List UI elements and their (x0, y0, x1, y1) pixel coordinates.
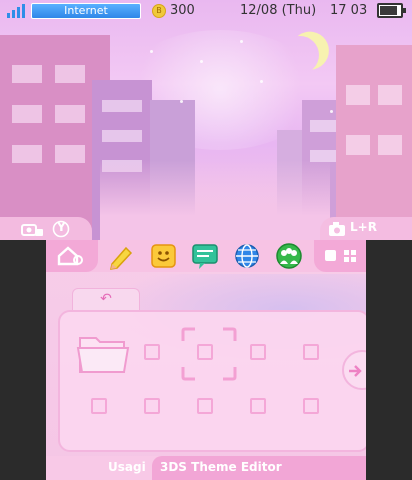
notes-button[interactable] (106, 242, 136, 270)
home-toolbar (46, 240, 366, 272)
arrow-right-icon (349, 365, 362, 377)
user-name: Usagi (108, 460, 146, 474)
play-coin-count: 300 (170, 3, 195, 18)
camera-icon (329, 222, 345, 236)
miiverse-button[interactable] (149, 242, 179, 270)
folder-slot[interactable] (76, 332, 130, 376)
lr-button-label: L+R (350, 220, 377, 234)
top-screen: Internet B 300 12/08 (Thu) 17 03 Y L+R (0, 0, 412, 240)
smiley-icon (151, 244, 176, 268)
globe-icon (235, 244, 259, 268)
app-grid (58, 310, 366, 452)
friend-list-button[interactable] (274, 242, 304, 270)
camera-y-button[interactable]: Y (0, 217, 92, 240)
y-button-label: Y (57, 220, 66, 234)
empty-app-slot[interactable] (197, 344, 213, 360)
chat-icon (192, 244, 218, 269)
theme-title-box: 3DS Theme Editor (152, 456, 366, 480)
empty-app-slot[interactable] (91, 398, 107, 414)
folder-icon (76, 337, 130, 373)
friends-icon (276, 243, 302, 269)
date-display: 12/08 (Thu) (240, 3, 317, 18)
wifi-signal-icon (7, 3, 27, 18)
bottom-screen: ↶ Usagi 3DS Theme Editor (46, 240, 366, 480)
play-coin-icon: B (152, 4, 166, 18)
empty-app-slot[interactable] (303, 398, 319, 414)
notifications-button[interactable] (190, 242, 220, 270)
pencil-icon (110, 246, 133, 270)
empty-app-slot[interactable] (303, 344, 319, 360)
3ds-screen: Internet B 300 12/08 (Thu) 17 03 Y L+R ↶… (0, 0, 412, 480)
camera-lr-button[interactable]: L+R (320, 217, 412, 240)
home-settings-button[interactable] (46, 240, 98, 272)
empty-app-slot[interactable] (250, 398, 266, 414)
empty-app-slot[interactable] (144, 344, 160, 360)
back-button[interactable]: ↶ (72, 288, 140, 310)
camera-icon (21, 224, 43, 236)
time-display: 17 03 (330, 3, 368, 18)
connection-status: Internet (31, 3, 141, 19)
browser-button[interactable] (232, 242, 262, 270)
theme-title: 3DS Theme Editor (160, 460, 282, 474)
battery-icon (377, 3, 406, 18)
status-bar: Internet B 300 12/08 (Thu) 17 03 (0, 0, 412, 22)
empty-app-slot[interactable] (250, 344, 266, 360)
street (100, 160, 330, 240)
grid-view-icon (325, 250, 356, 262)
home-settings-icon (57, 246, 83, 266)
building-right (336, 45, 412, 240)
empty-app-slot[interactable] (197, 398, 213, 414)
empty-app-slot[interactable] (144, 398, 160, 414)
layout-toggle-button[interactable] (314, 240, 366, 272)
